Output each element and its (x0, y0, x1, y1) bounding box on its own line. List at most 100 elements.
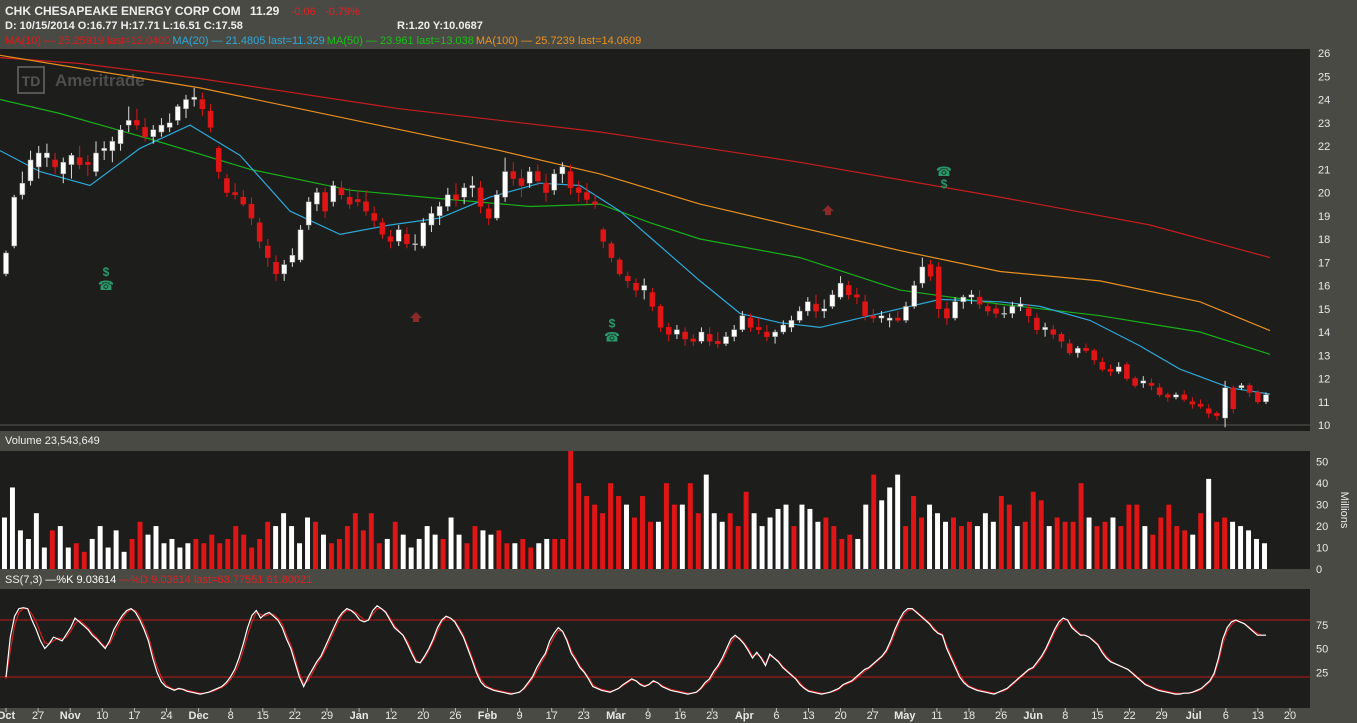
candle (175, 104, 181, 126)
moving-average-legend: MA(10) — 25.25919 last=12.0400 MA(20) — 2… (5, 35, 643, 47)
candle (485, 204, 492, 226)
volume-bar (257, 538, 263, 569)
volume-bar (791, 526, 797, 569)
volume-bar (847, 534, 853, 569)
candle (535, 164, 541, 186)
volume-bar (887, 487, 893, 569)
candle-body (436, 206, 443, 216)
candle-body (150, 129, 157, 137)
volume-bar (249, 547, 255, 569)
candle (510, 162, 517, 186)
x-tick-label: 26 (995, 710, 1007, 722)
candle-body (256, 222, 263, 242)
candle (379, 218, 386, 239)
ma-legend-item: MA(100) — 25.7239 last=14.0609 (475, 35, 642, 47)
candle-body (371, 213, 377, 221)
candle-body (297, 229, 304, 261)
candle-body (535, 171, 541, 182)
volume-bar (273, 526, 279, 569)
candle (11, 194, 17, 249)
volume-tick-label: 40 (1316, 478, 1328, 490)
candle (1034, 313, 1040, 335)
stochastic-chart[interactable] (0, 589, 1310, 708)
candle (731, 325, 737, 342)
candle-body (175, 106, 181, 121)
candle (502, 157, 508, 202)
candle-body (485, 208, 492, 219)
dividend-marker-icon: $☎ (604, 316, 620, 344)
dividend-marker-icon: $☎ (98, 265, 114, 293)
price-pane[interactable]: TD Ameritrade $ ☎ $ ☎ $ ☎ (0, 49, 1310, 431)
candle-body (1189, 401, 1196, 405)
candle-body (1075, 348, 1081, 354)
volume-bar (233, 526, 239, 569)
volume-bar (376, 543, 382, 569)
candle-body (551, 173, 557, 191)
volume-pane[interactable] (0, 451, 1310, 569)
candle-body (183, 99, 189, 110)
candle-body (1263, 394, 1269, 402)
volume-bar (33, 513, 39, 569)
candle (764, 325, 770, 342)
candle-body (142, 127, 148, 137)
price-tick-label: 18 (1318, 234, 1330, 246)
volume-bar (759, 526, 765, 569)
candle-body (559, 166, 566, 175)
volume-bar (536, 543, 542, 569)
volume-bar (448, 517, 454, 569)
volume-bar (384, 538, 390, 569)
volume-bar (97, 526, 103, 569)
volume-bar (488, 534, 494, 569)
candle (682, 327, 688, 346)
volume-bar (193, 538, 199, 569)
candle-body (158, 124, 165, 133)
volume-bar (440, 538, 446, 569)
volume-bar (416, 538, 422, 569)
candle-body (698, 331, 705, 342)
x-tick-label: 26 (449, 710, 461, 722)
x-tick-label: 15 (257, 710, 269, 722)
candle-body (395, 229, 402, 242)
price-chart[interactable]: TD Ameritrade$☎$☎$☎ (0, 49, 1310, 431)
x-tick-label: 9 (645, 710, 651, 722)
candle (256, 218, 263, 249)
candle (1173, 392, 1179, 400)
candle-body (993, 308, 999, 314)
volume-bar (281, 513, 287, 569)
price-tick-label: 10 (1318, 420, 1330, 432)
price-tick-label: 23 (1318, 118, 1330, 130)
x-tick-label: 13 (1252, 710, 1264, 722)
candle (314, 187, 320, 212)
earnings-marker-icon (410, 312, 422, 323)
candle-body (461, 187, 467, 198)
candle-body (935, 266, 942, 309)
candle-body (780, 324, 787, 333)
x-tick-label: 23 (578, 710, 590, 722)
candle-body (420, 222, 427, 247)
x-tick-label: 24 (160, 710, 172, 722)
candle (412, 234, 418, 251)
price-tick-label: 22 (1318, 141, 1330, 153)
candle (248, 197, 255, 226)
candle (453, 183, 459, 207)
volume-bar (616, 496, 622, 569)
candle-body (919, 266, 926, 284)
candle (674, 325, 680, 339)
volume-bar (879, 500, 885, 569)
volume-bar (951, 517, 956, 569)
candle-body (837, 282, 844, 298)
price-tick-label: 20 (1318, 188, 1330, 200)
candle-body (363, 201, 369, 212)
candle-body (1156, 387, 1163, 396)
candle-body (1246, 385, 1253, 393)
candle-body (101, 148, 107, 151)
stochastic-pane[interactable] (0, 589, 1310, 708)
candle-body (1107, 368, 1114, 372)
candle-body (665, 327, 672, 335)
volume-bar (1182, 530, 1188, 569)
volume-chart[interactable] (0, 451, 1310, 569)
candle-body (305, 201, 312, 226)
candle (305, 197, 312, 230)
volume-bar (1174, 526, 1180, 569)
price-tick-label: 15 (1318, 304, 1330, 316)
